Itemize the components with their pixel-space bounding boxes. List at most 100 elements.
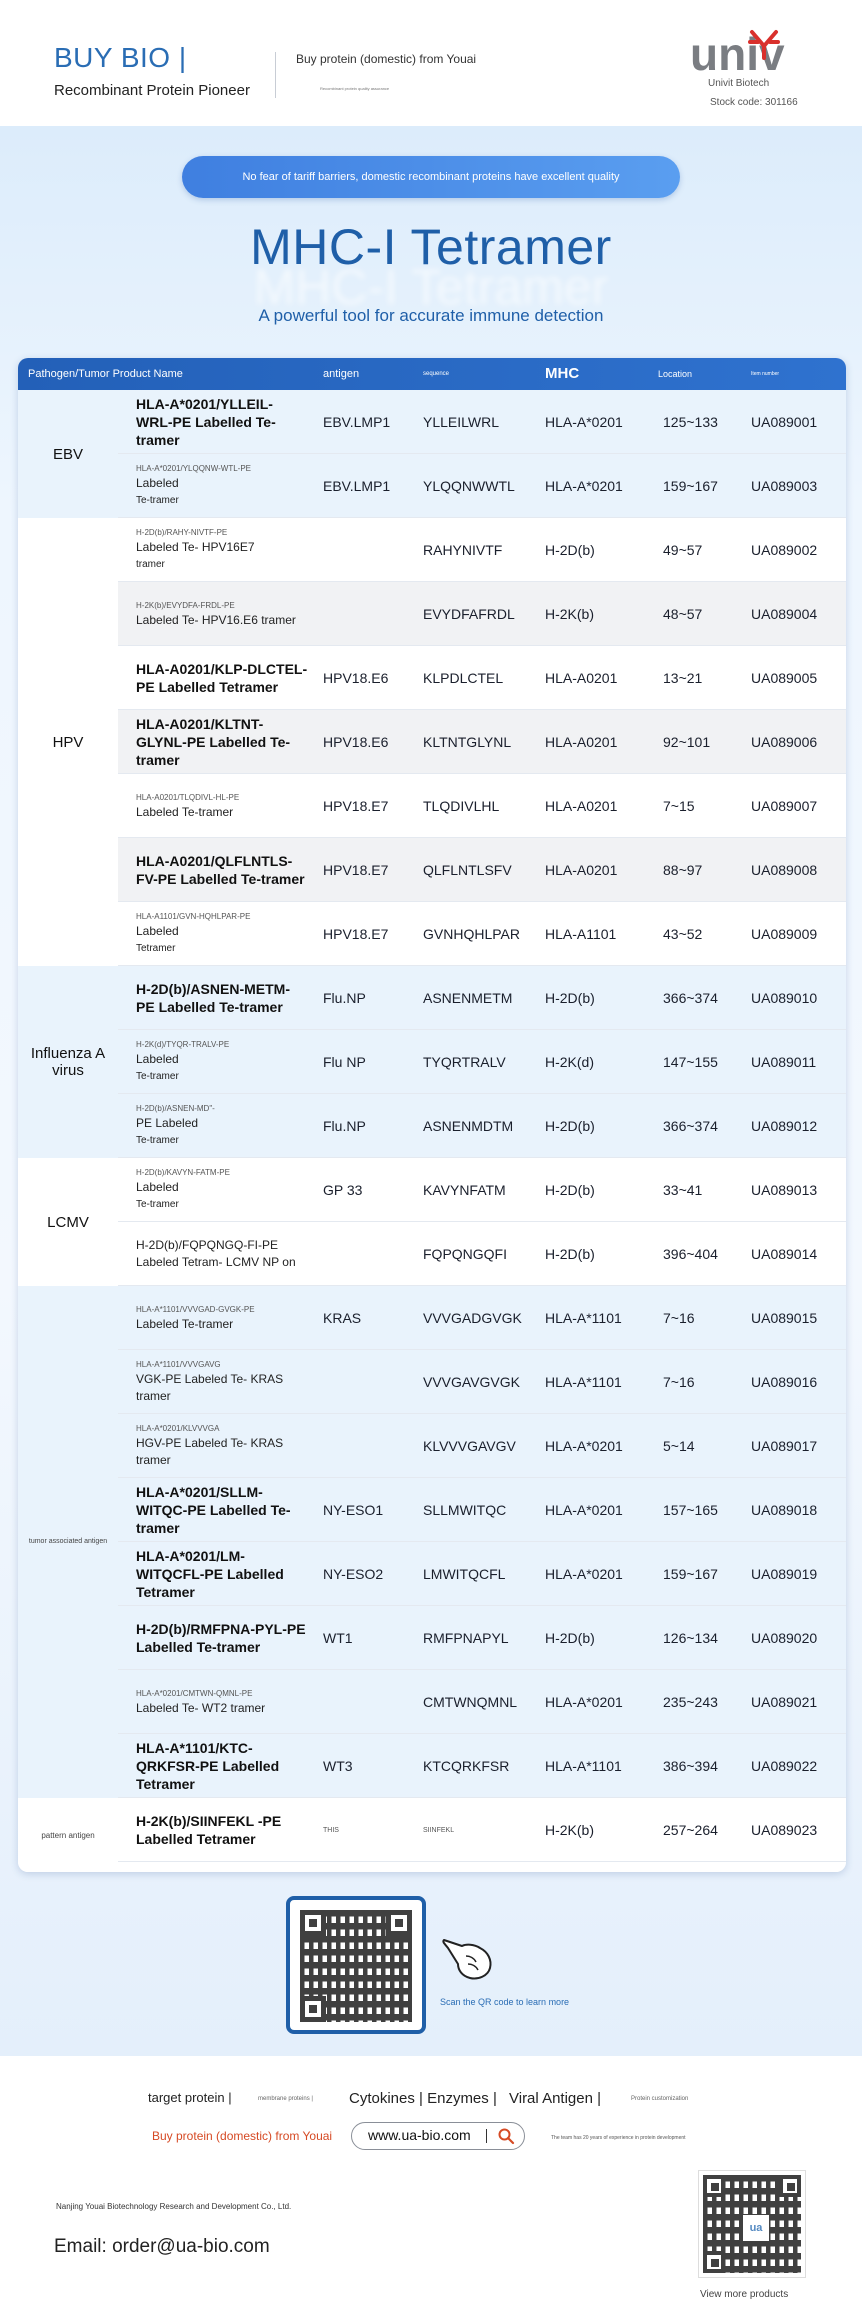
table-row[interactable]: HLA-A0201/KLP-DLCTEL-PE Labelled Tetrame… — [118, 646, 846, 710]
product-label-cont: Te-tramer — [136, 1199, 179, 1210]
mhc-cell: H-2D(b) — [545, 990, 595, 1006]
table-row[interactable]: H-2D(b)/RMFPNA-PYL-PE Labelled Te-tramer… — [118, 1606, 846, 1670]
mhc-cell: H-2D(b) — [545, 542, 595, 558]
item-number-cell: UA089014 — [751, 1246, 818, 1262]
nav-membrane-proteins[interactable]: membrane proteins | — [258, 2096, 313, 2102]
mhc-cell: HLA-A0201 — [545, 734, 618, 750]
table-row[interactable]: HLA-A0201/QLFLNTLS-FV-PE Labelled Te-tra… — [118, 838, 846, 902]
promo-banner[interactable]: No fear of tariff barriers, domestic rec… — [182, 156, 680, 198]
qr-code-footer[interactable]: ua — [698, 2170, 806, 2278]
product-code: HLA-A*1101/VVVGAD-GVGK-PE — [136, 1304, 255, 1314]
location-cell: 48~57 — [663, 606, 703, 622]
view-more-products-link[interactable]: View more products — [700, 2289, 788, 2300]
product-table: Pathogen/Tumor Product Name antigen sequ… — [18, 358, 846, 1872]
nav-cytokines-enzymes[interactable]: Cytokines | Enzymes | — [349, 2090, 497, 2107]
table-row[interactable]: HLA-A*0201/SLLM-WITQC-PE Labelled Te-tra… — [118, 1478, 846, 1542]
mhc-cell: H-2K(b) — [545, 1822, 595, 1838]
product-name-text: HLA-A*0201/YLQQNW-WTL-PE Labeled Te-tramer — [136, 463, 251, 509]
product-name[interactable]: H-2D(b)/FQPQNGQ-FI-PE Labeled Tetram- LC… — [136, 1222, 308, 1286]
table-row[interactable]: HLA-A*0201/YLQQNW-WTL-PE Labeled Te-tramer… — [118, 454, 846, 518]
table-row[interactable]: H-2D(b)/ASNEN-METM-PE Labelled Te-tramer… — [118, 966, 846, 1030]
item-number-cell: UA089006 — [751, 734, 818, 750]
table-row[interactable]: HLA-A0201/TLQDIVL-HL-PE Labeled Te-tramer… — [118, 774, 846, 838]
buy-domestic-link[interactable]: Buy protein (domestic) from Youai — [296, 52, 476, 66]
univ-logo-icon[interactable]: univ — [690, 26, 810, 86]
mhc-cell: HLA-A0201 — [545, 798, 618, 814]
sequence-cell: SLLMWITQC — [423, 1502, 507, 1518]
table-row[interactable]: HLA-A*0201/CMTWN-QMNL-PE Labeled Te- WT2 … — [118, 1670, 846, 1734]
product-name[interactable]: HLA-A*0201/CMTWN-QMNL-PE Labeled Te- WT2 … — [136, 1670, 308, 1734]
antigen-cell: EBV.LMP1 — [323, 478, 391, 494]
product-name[interactable]: HLA-A0201/TLQDIVL-HL-PE Labeled Te-tramer — [136, 774, 308, 838]
product-name[interactable]: HLA-A1101/GVN-HQHLPAR-PE Labeled Tetramer — [136, 902, 308, 966]
sequence-cell: KLPDLCTEL — [423, 670, 504, 686]
table-row[interactable]: H-2K(b)/SIINFEKL -PE Labelled Tetramer TH… — [118, 1798, 846, 1862]
nav-viral-antigen[interactable]: Viral Antigen | — [509, 2090, 601, 2107]
product-name[interactable]: H-2K(b)/EVYDFA-FRDL-PE Labeled Te- HPV16.… — [136, 582, 308, 646]
table-row[interactable]: HLA-A*0201/YLLEIL-WRL-PE Labelled Te-tra… — [118, 390, 846, 454]
sequence-cell: KTCQRKFSR — [423, 1758, 510, 1774]
product-label: Labeled Te-tramer — [136, 804, 234, 819]
table-row[interactable]: HLA-A*0201/KLVVVGA HGV-PE Labeled Te- KRA… — [118, 1414, 846, 1478]
product-name[interactable]: HLA-A*1101/KTC-QRKFSR-PE Labelled Tetram… — [136, 1734, 308, 1798]
product-name[interactable]: HLA-A*0201/YLLEIL-WRL-PE Labelled Te-tra… — [136, 390, 308, 454]
product-name[interactable]: H-2D(b)/ASNEN-METM-PE Labelled Te-tramer — [136, 966, 308, 1030]
table-row[interactable]: HLA-A0201/KLTNT-GLYNL-PE Labelled Te-tra… — [118, 710, 846, 774]
qr-eye — [703, 2175, 725, 2197]
product-label: Labeled Te- WT2 tramer — [136, 1700, 266, 1715]
item-number-cell: UA089012 — [751, 1118, 818, 1134]
sequence-cell: CMTWNQMNL — [423, 1694, 518, 1710]
product-label: Labeled — [136, 924, 179, 938]
table-row[interactable]: HLA-A*0201/LM-WITQCFL-PE Labelled Tetram… — [118, 1542, 846, 1606]
item-number-cell: UA089010 — [751, 990, 818, 1006]
product-name[interactable]: HLA-A0201/KLTNT-GLYNL-PE Labelled Te-tra… — [136, 710, 308, 774]
table-row[interactable]: H-2D(b)/RAHY-NIVTF-PE Labeled Te- HPV16E7… — [118, 518, 846, 582]
antigen-cell: THIS — [323, 1826, 339, 1834]
table-row[interactable]: H-2D(b)/ASNEN-MD"- PE Labeled Te-tramer Flu… — [118, 1094, 846, 1158]
product-name[interactable]: HLA-A0201/KLP-DLCTEL-PE Labelled Tetrame… — [136, 646, 308, 710]
website-search-box[interactable]: www.ua-bio.com — [351, 2122, 525, 2150]
product-name-text: H-2D(b)/RAHY-NIVTF-PE Labeled Te- HPV16E7… — [136, 527, 255, 573]
product-name[interactable]: HLA-A0201/QLFLNTLS-FV-PE Labelled Te-tra… — [136, 838, 308, 902]
product-name[interactable]: H-2D(b)/RAHY-NIVTF-PE Labeled Te- HPV16E7… — [136, 518, 308, 582]
product-name[interactable]: H-2K(d)/TYQR-TRALV-PE Labeled Te-tramer — [136, 1030, 308, 1094]
table-row[interactable]: H-2K(d)/TYQR-TRALV-PE Labeled Te-tramer Flu… — [118, 1030, 846, 1094]
product-name-text: H-2D(b)/KAVYN-FATM-PE Labeled Te-tramer — [136, 1167, 230, 1213]
qr-code-main[interactable] — [286, 1896, 426, 2034]
product-name[interactable]: HLA-A*0201/YLQQNW-WTL-PE Labeled Te-tramer — [136, 454, 308, 518]
product-name[interactable]: HLA-A*0201/SLLM-WITQC-PE Labelled Te-tra… — [136, 1478, 308, 1542]
nav-target-protein[interactable]: target protein | — [148, 2090, 232, 2105]
sequence-cell: KLTNTGLYNL — [423, 734, 512, 750]
table-row[interactable]: HLA-A1101/GVN-HQHLPAR-PE Labeled Tetramer H… — [118, 902, 846, 966]
product-name[interactable]: H-2D(b)/KAVYN-FATM-PE Labeled Te-tramer — [136, 1158, 308, 1222]
product-label: Labeled Te- HPV16E7 — [136, 540, 255, 554]
product-name[interactable]: H-2D(b)/ASNEN-MD"- PE Labeled Te-tramer — [136, 1094, 308, 1158]
product-name[interactable]: H-2D(b)/RMFPNA-PYL-PE Labelled Te-tramer — [136, 1606, 308, 1670]
product-name[interactable]: HLA-A*1101/VVVGAD-GVGK-PE Labeled Te-tram… — [136, 1286, 308, 1350]
location-cell: 88~97 — [663, 862, 703, 878]
product-label: Labeled Te-tramer — [136, 1316, 234, 1331]
table-row[interactable]: HLA-A*1101/VVVGAD-GVGK-PE Labeled Te-tram… — [118, 1286, 846, 1350]
table-row[interactable]: H-2D(b)/FQPQNGQ-FI-PE Labeled Tetram- LC… — [118, 1222, 846, 1286]
product-name[interactable]: HLA-A*0201/LM-WITQCFL-PE Labelled Tetram… — [136, 1542, 308, 1606]
search-icon[interactable] — [497, 2127, 515, 2145]
qr-eye — [386, 1910, 412, 1936]
product-name[interactable]: H-2K(b)/SIINFEKL -PE Labelled Tetramer — [136, 1798, 308, 1862]
sequence-cell: VVVGAVGVGK — [423, 1374, 520, 1390]
table-row[interactable]: H-2K(b)/EVYDFA-FRDL-PE Labeled Te- HPV16.… — [118, 582, 846, 646]
location-cell: 49~57 — [663, 542, 703, 558]
buy-domestic-footer-link[interactable]: Buy protein (domestic) from Youai — [152, 2129, 332, 2143]
product-name-text: HLA-A*1101/VVVGAVG VGK-PE Labeled Te- KRA… — [136, 1359, 308, 1405]
antigen-cell: WT3 — [323, 1758, 353, 1774]
table-row[interactable]: HLA-A*1101/VVVGAVG VGK-PE Labeled Te- KRA… — [118, 1350, 846, 1414]
antigen-cell: GP 33 — [323, 1182, 363, 1198]
product-name[interactable]: HLA-A*0201/KLVVVGA HGV-PE Labeled Te- KRA… — [136, 1414, 308, 1478]
table-row[interactable]: H-2D(b)/KAVYN-FATM-PE Labeled Te-tramer GP … — [118, 1158, 846, 1222]
product-name[interactable]: HLA-A*1101/VVVGAVG VGK-PE Labeled Te- KRA… — [136, 1350, 308, 1414]
nav-protein-customization[interactable]: Protein customization — [631, 2096, 688, 2102]
contact-email[interactable]: Email: order@ua-bio.com — [54, 2236, 270, 2258]
sequence-cell: YLLEILWRL — [423, 414, 499, 430]
antigen-cell: WT1 — [323, 1630, 353, 1646]
brand-name[interactable]: BUY BIO | — [54, 42, 187, 74]
table-row[interactable]: HLA-A*1101/KTC-QRKFSR-PE Labelled Tetram… — [118, 1734, 846, 1798]
